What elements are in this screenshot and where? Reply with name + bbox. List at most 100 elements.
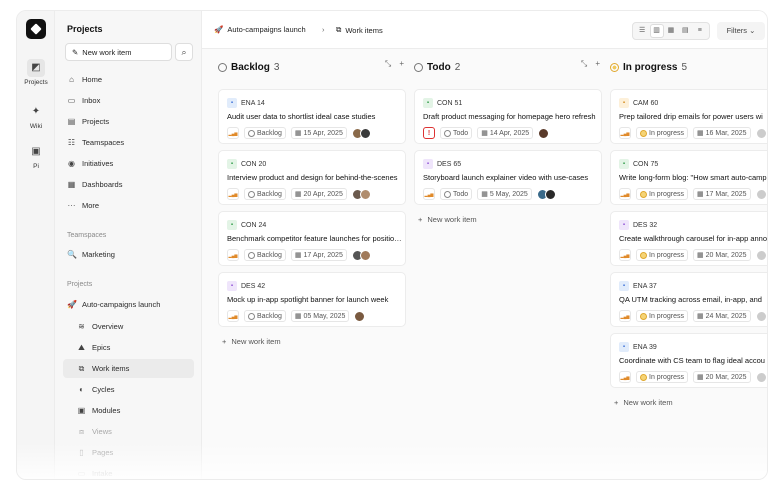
sidebar-item-pages[interactable]: ▯ Pages	[63, 443, 194, 462]
due-date-chip[interactable]: ▦ 20 Apr, 2025	[290, 188, 347, 200]
work-item-meta: ▂▄▆ In progress ▦ 17 Mar, 2025	[619, 188, 767, 200]
priority-icon[interactable]: ▂▄▆	[227, 127, 239, 139]
list-view-icon[interactable]: ☰	[636, 25, 648, 37]
priority-icon[interactable]: ▂▄▆	[619, 249, 631, 261]
gantt-view-icon[interactable]: ≡	[694, 25, 706, 37]
breadcrumb-section[interactable]: ⧉ Work items	[336, 25, 383, 35]
due-date-chip[interactable]: ▦ 16 Mar, 2025	[693, 127, 751, 139]
work-item-card[interactable]: ▪ DES 32 Create walkthrough carousel for i…	[610, 211, 767, 266]
assignees[interactable]	[755, 249, 767, 261]
assignees[interactable]	[536, 188, 556, 200]
work-item-card[interactable]: ▪ CON 75 Write long-form blog: "How smart …	[610, 150, 767, 205]
due-date-chip[interactable]: ▦ 24 Mar, 2025	[693, 310, 751, 322]
rail-item-wiki[interactable]: ✦ Wiki	[17, 103, 55, 130]
assignees[interactable]	[354, 310, 366, 322]
status-chip[interactable]: In progress	[636, 249, 689, 261]
new-work-item-button[interactable]: + New work item	[222, 337, 281, 346]
board-view-icon[interactable]: ▥	[650, 25, 663, 37]
sidebar-item-overview[interactable]: ≋ Overview	[63, 317, 194, 336]
app-logo-icon[interactable]	[26, 19, 46, 39]
breadcrumb-project[interactable]: 🚀 Auto-campaigns launch	[214, 25, 306, 34]
due-date-chip[interactable]: ▦ 17 Mar, 2025	[693, 188, 751, 200]
sidebar-item-intake[interactable]: ▭ Intake	[63, 464, 194, 479]
assignees[interactable]	[351, 188, 371, 200]
add-icon[interactable]: +	[595, 59, 600, 69]
sidebar-item-epics[interactable]: ⛰ Epics	[63, 338, 194, 357]
due-date-chip[interactable]: ▦ 17 Apr, 2025	[290, 249, 347, 261]
assignees[interactable]	[351, 127, 371, 139]
status-chip[interactable]: In progress	[636, 310, 689, 322]
new-work-item-button[interactable]: + New work item	[418, 215, 477, 224]
priority-icon[interactable]: ▂▄▆	[619, 310, 631, 322]
work-item-card[interactable]: ▪ DES 65 Storyboard launch explainer video…	[414, 150, 602, 205]
work-item-card[interactable]: ▪ CON 24 Benchmark competitor feature laun…	[218, 211, 406, 266]
calendar-icon: ▦	[294, 191, 302, 198]
sidebar-item-initiatives[interactable]: ◉ Initiatives	[63, 154, 194, 173]
status-chip[interactable]: In progress	[636, 127, 689, 139]
work-item-card[interactable]: ▪ ENA 14 Audit user data to shortlist idea…	[218, 89, 406, 144]
priority-icon[interactable]: ▂▄▆	[619, 188, 631, 200]
work-item-card[interactable]: ▪ CAM 60 Prep tailored drip emails for pow…	[610, 89, 767, 144]
status-chip[interactable]: Backlog	[244, 127, 286, 139]
sidebar-item-dashboards[interactable]: ▦ Dashboards	[63, 175, 194, 194]
work-item-card[interactable]: ▪ ENA 37 QA UTM tracking across email, in-…	[610, 272, 767, 327]
work-item-id-label: CON 20	[241, 160, 267, 168]
due-date-chip[interactable]: ▦ 05 May, 2025	[290, 310, 350, 322]
sidebar-item-home[interactable]: ⌂ Home	[63, 70, 194, 89]
sidebar-item-modules[interactable]: ▣ Modules	[63, 401, 194, 420]
due-date-chip[interactable]: ▦ 20 Mar, 2025	[693, 371, 751, 383]
sidebar-item-inbox[interactable]: ▭ Inbox	[63, 91, 194, 110]
column-actions: ⤡ +	[385, 59, 404, 69]
calendar-view-icon[interactable]: ▦	[665, 25, 677, 37]
assignees[interactable]	[755, 188, 767, 200]
work-item-card[interactable]: ▪ ENA 39 Coordinate with CS team to flag i…	[610, 333, 767, 388]
assignees[interactable]	[755, 371, 767, 383]
sidebar-item-label: Initiatives	[82, 159, 114, 168]
priority-icon[interactable]: ▂▄▆	[619, 371, 631, 383]
collapse-icon[interactable]: ⤡	[385, 59, 391, 69]
sidebar-item-cycles[interactable]: ◐ Cycles	[63, 380, 194, 399]
status-chip[interactable]: In progress	[636, 371, 689, 383]
spreadsheet-view-icon[interactable]: ▤	[679, 25, 691, 37]
work-item-card[interactable]: ▪ DES 42 Mock up in-app spotlight banner f…	[218, 272, 406, 327]
priority-icon[interactable]: ▂▄▆	[227, 310, 239, 322]
new-work-item-button[interactable]: ✎ New work item	[65, 43, 172, 61]
search-icon[interactable]: ⌕	[175, 43, 193, 61]
assignees[interactable]	[538, 127, 550, 139]
add-icon[interactable]: +	[399, 59, 404, 69]
collapse-icon[interactable]: ⤡	[581, 59, 587, 69]
sidebar-item-work-items[interactable]: ⧉ Work items	[63, 359, 194, 378]
work-item-card[interactable]: ▪ CON 20 Interview product and design for …	[218, 150, 406, 205]
sidebar-item-views[interactable]: ⧈ Views	[63, 422, 194, 441]
due-date-chip[interactable]: ▦ 5 May, 2025	[477, 188, 532, 200]
status-chip[interactable]: Backlog	[244, 249, 286, 261]
sidebar-item-auto-campaigns-launch[interactable]: 🚀 Auto-campaigns launch	[63, 295, 194, 314]
sidebar-item-more[interactable]: ··· More	[63, 196, 194, 215]
new-work-item-button[interactable]: + New work item	[614, 398, 673, 407]
urgent-priority-icon[interactable]: !	[423, 127, 435, 139]
priority-icon[interactable]: ▂▄▆	[227, 249, 239, 261]
assignees[interactable]	[351, 249, 371, 261]
work-items-icon: ⧉	[336, 25, 342, 34]
assignees[interactable]	[755, 310, 767, 322]
work-item-card[interactable]: ▪ CON 51 Draft product messaging for homep…	[414, 89, 602, 144]
sidebar-item-teamspaces[interactable]: ☷ Teamspaces	[63, 133, 194, 152]
due-date-chip[interactable]: ▦ 20 Mar, 2025	[693, 249, 751, 261]
priority-icon[interactable]: ▂▄▆	[423, 188, 435, 200]
priority-icon[interactable]: ▂▄▆	[619, 127, 631, 139]
plus-icon: +	[222, 337, 227, 346]
status-chip[interactable]: Backlog	[244, 188, 286, 200]
due-date-chip[interactable]: ▦ 15 Apr, 2025	[290, 127, 347, 139]
due-date-chip[interactable]: ▦ 14 Apr, 2025	[477, 127, 534, 139]
status-chip[interactable]: Todo	[440, 127, 473, 139]
rail-item-pi[interactable]: ▣ Pi	[17, 143, 55, 170]
sidebar-item-projects[interactable]: ▤ Projects	[63, 112, 194, 131]
sidebar-item-marketing[interactable]: 🔍 Marketing	[63, 245, 194, 264]
rail-item-projects[interactable]: ◩ Projects	[17, 59, 55, 86]
status-chip[interactable]: In progress	[636, 188, 689, 200]
status-chip[interactable]: Backlog	[244, 310, 286, 322]
filters-button[interactable]: Filters ⌄	[717, 22, 765, 40]
status-chip[interactable]: Todo	[440, 188, 473, 200]
priority-icon[interactable]: ▂▄▆	[227, 188, 239, 200]
assignees[interactable]	[755, 127, 767, 139]
